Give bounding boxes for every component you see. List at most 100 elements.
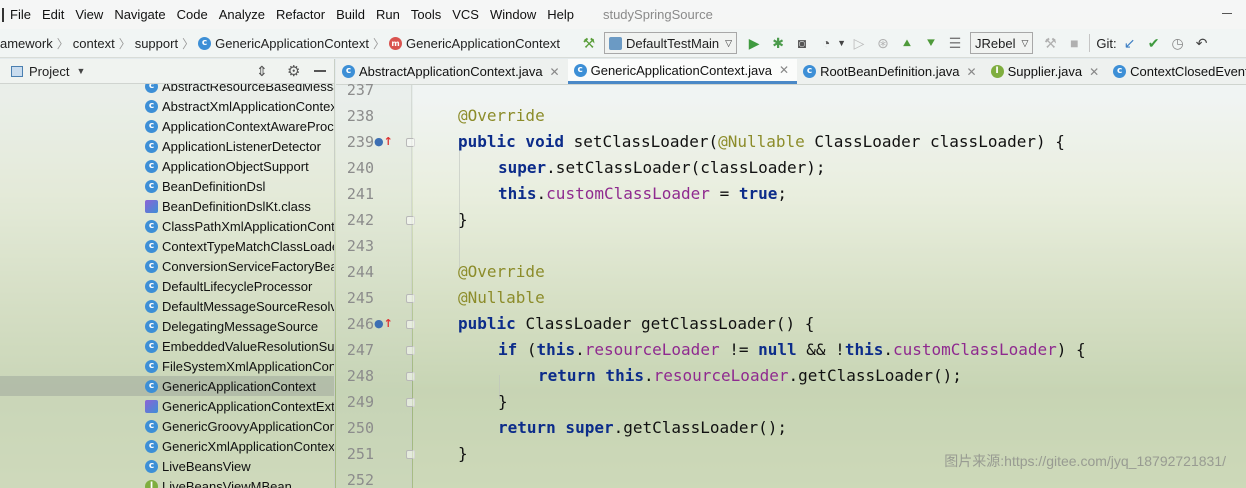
- run-config-select[interactable]: DefaultTestMain ▽: [603, 32, 738, 54]
- close-tab-icon[interactable]: ✕: [967, 65, 977, 79]
- run-disabled-icon: ▷: [853, 35, 865, 51]
- jrebel-select[interactable]: JRebel ▽: [970, 32, 1034, 54]
- project-panel-title[interactable]: Project: [29, 64, 69, 79]
- breadcrumb-context[interactable]: context: [73, 36, 115, 51]
- menu-bar: File Edit View Navigate Code Analyze Refactor B…: [0, 0, 1246, 29]
- jrebel-debug-icon[interactable]: ⯆: [920, 32, 942, 54]
- tree-item[interactable]: I LiveBeansViewMBean: [0, 476, 334, 488]
- project-title: studySpringSource: [602, 7, 713, 22]
- project-tree[interactable]: c AbstractResourceBasedMessa c AbstractXmlA…: [0, 84, 334, 488]
- menu-item-tools[interactable]: Tools: [405, 0, 446, 29]
- window-minimize-icon[interactable]: [1222, 13, 1232, 14]
- tree-item-label: FileSystemXmlApplicationCont: [162, 358, 334, 374]
- class-icon: c: [1113, 65, 1127, 78]
- tree-item-label: DefaultLifecycleProcessor: [162, 278, 313, 294]
- code-line-238: @Override: [458, 106, 545, 125]
- profile-icon[interactable]: ◔: [815, 32, 837, 54]
- gear-icon[interactable]: ⚙: [287, 62, 300, 80]
- editor-tab[interactable]: c GenericApplicationContext.java ✕: [567, 59, 798, 84]
- jrebel-run-icon[interactable]: ⯅: [896, 32, 918, 54]
- menu-item-view[interactable]: View: [69, 0, 108, 29]
- menu-item-run[interactable]: Run: [370, 0, 405, 29]
- class-icon: c: [145, 279, 158, 293]
- menu-item-window[interactable]: Window: [484, 0, 541, 29]
- code-editor[interactable]: @Override public void setClassLoader(@Nu…: [413, 85, 1246, 488]
- breadcrumb-method[interactable]: m GenericApplicationContext: [389, 36, 560, 51]
- menu-item-analyze[interactable]: Analyze: [213, 0, 270, 29]
- close-tab-icon[interactable]: ✕: [550, 65, 560, 79]
- code-line-245: @Nullable: [458, 288, 545, 307]
- editor-tab[interactable]: c ContextClosedEvent.: [1107, 59, 1246, 84]
- tree-item[interactable]: c ContextTypeMatchClassLoade: [0, 236, 334, 256]
- tree-item-label: ConversionServiceFactoryBear: [162, 258, 334, 274]
- code-line-249: }: [498, 392, 508, 411]
- tree-item-label: GenericGroovyApplicationCon: [162, 418, 334, 434]
- class-icon: c: [145, 159, 158, 173]
- menu-item-refactor[interactable]: Refactor: [270, 0, 330, 29]
- git-rollback-icon[interactable]: ↶: [1191, 32, 1213, 54]
- project-view-icon: [11, 65, 23, 77]
- tree-item[interactable]: c ApplicationListenerDetector: [0, 136, 334, 156]
- tree-item-label: DefaultMessageSourceResolv: [162, 298, 334, 314]
- class-icon: c: [145, 219, 158, 233]
- tree-item[interactable]: BeanDefinitionDslKt.class: [0, 196, 334, 216]
- override-gutter-icon[interactable]: ●↑: [374, 129, 394, 155]
- tree-item[interactable]: c GenericGroovyApplicationCon: [0, 416, 334, 436]
- tree-item[interactable]: c FileSystemXmlApplicationCont: [0, 356, 334, 376]
- tree-item-label: GenericApplicationContextExte: [162, 398, 334, 414]
- project-panel-header: Project ▼ ⇕ ⚙: [0, 59, 334, 84]
- coverage-icon[interactable]: ◙: [791, 32, 813, 54]
- tree-item-label: ClassPathXmlApplicationConte: [162, 218, 334, 234]
- menu-item-navigate[interactable]: Navigate: [108, 0, 170, 29]
- profile-dropdown-icon[interactable]: ▼: [837, 38, 846, 48]
- line-number: 239: [346, 133, 374, 151]
- tree-item[interactable]: GenericApplicationContextExte: [0, 396, 334, 416]
- git-update-icon[interactable]: ↙: [1119, 32, 1141, 54]
- git-history-icon[interactable]: ◷: [1167, 32, 1189, 54]
- tree-item[interactable]: c ApplicationObjectSupport: [0, 156, 334, 176]
- editor-tab[interactable]: c RootBeanDefinition.java ✕: [797, 59, 985, 84]
- tree-item[interactable]: c ClassPathXmlApplicationConte: [0, 216, 334, 236]
- menu-item-build[interactable]: Build: [330, 0, 370, 29]
- list-icon[interactable]: ☰: [944, 32, 966, 54]
- hide-panel-icon[interactable]: [314, 70, 326, 72]
- line-number: 252: [346, 471, 374, 488]
- hammer-build-icon[interactable]: ⚒: [578, 32, 600, 54]
- menu-item-code[interactable]: Code: [171, 0, 213, 29]
- tree-item[interactable]: c ConversionServiceFactoryBear: [0, 256, 334, 276]
- tree-item[interactable]: c AbstractXmlApplicationContex: [0, 96, 334, 116]
- editor-tab[interactable]: I Supplier.java ✕: [985, 59, 1108, 84]
- tree-item[interactable]: c DelegatingMessageSource: [0, 316, 334, 336]
- collapse-all-icon[interactable]: ⇕: [256, 63, 268, 80]
- tree-item[interactable]: c LiveBeansView: [0, 456, 334, 476]
- override-gutter-icon[interactable]: ●↑: [374, 311, 394, 337]
- run-icon[interactable]: ▶: [743, 32, 765, 54]
- line-number: 246: [346, 315, 374, 333]
- class-icon: c: [198, 36, 212, 50]
- breadcrumb-support[interactable]: support: [135, 36, 178, 51]
- tree-item-label: GenericApplicationContext: [162, 378, 316, 394]
- tree-item[interactable]: c DefaultMessageSourceResolv: [0, 296, 334, 316]
- tree-item[interactable]: c DefaultLifecycleProcessor: [0, 276, 334, 296]
- tree-item-label: LiveBeansViewMBean: [162, 478, 292, 488]
- menu-item-help[interactable]: Help: [541, 0, 579, 29]
- menu-item-vcs[interactable]: VCS: [446, 0, 484, 29]
- git-commit-icon[interactable]: ✔: [1143, 32, 1165, 54]
- close-tab-icon[interactable]: ✕: [1089, 65, 1099, 79]
- breadcrumb-framework[interactable]: amework: [0, 36, 53, 51]
- stop-icon: ■: [1070, 35, 1079, 51]
- breadcrumb-separator-icon: 〉: [118, 36, 131, 51]
- menu-item-file[interactable]: File: [4, 0, 36, 29]
- tree-item[interactable]: c GenericApplicationContext: [0, 376, 334, 396]
- tree-item[interactable]: c EmbeddedValueResolutionSup: [0, 336, 334, 356]
- menu-item-edit[interactable]: Edit: [36, 0, 69, 29]
- breadcrumb-class[interactable]: c GenericApplicationContext: [198, 36, 369, 51]
- close-tab-icon[interactable]: ✕: [779, 63, 789, 77]
- class-icon: c: [145, 359, 158, 373]
- chevron-down-icon[interactable]: ▼: [76, 66, 85, 76]
- debug-bug-icon[interactable]: ✱: [767, 32, 789, 54]
- tree-item[interactable]: c ApplicationContextAwareProc: [0, 116, 334, 136]
- tree-item[interactable]: c GenericXmlApplicationContext: [0, 436, 334, 456]
- tree-item[interactable]: c BeanDefinitionDsl: [0, 176, 334, 196]
- tree-item[interactable]: c AbstractResourceBasedMessa: [0, 84, 334, 96]
